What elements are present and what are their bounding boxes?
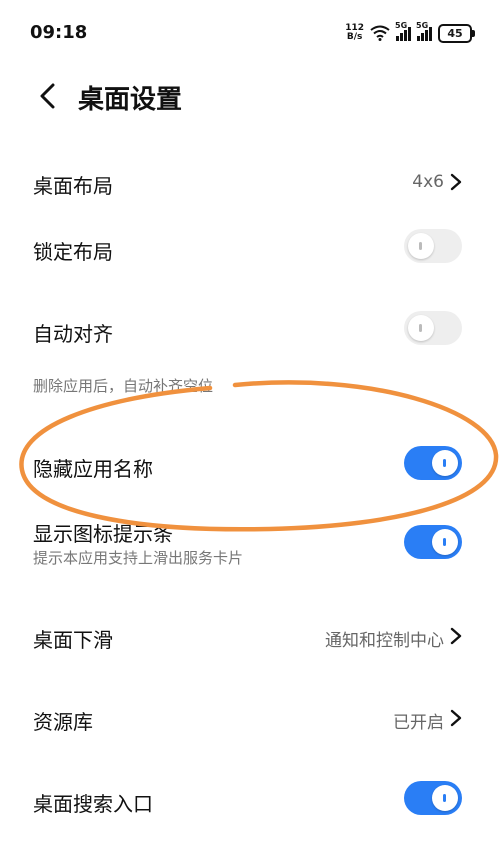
status-bar: 09:18 112 B/s 5G 5G 45 — [0, 0, 500, 66]
setting-label: 隐藏应用名称 — [33, 457, 153, 481]
battery-icon: 45 — [438, 23, 475, 43]
setting-label: 锁定布局 — [33, 240, 113, 264]
hide-app-names-toggle[interactable] — [404, 446, 462, 480]
setting-value: 已开启 — [393, 713, 444, 733]
chevron-right-icon — [450, 709, 462, 727]
setting-description: 删除应用后，自动补齐空位 — [33, 377, 214, 395]
setting-label: 资源库 — [33, 710, 93, 734]
page-header: 桌面设置 — [0, 66, 500, 126]
show-icon-hint-toggle[interactable] — [404, 525, 462, 559]
setting-hide-app-names: 隐藏应用名称 — [0, 444, 500, 488]
network-speed: 112 B/s — [345, 23, 364, 42]
lock-layout-toggle[interactable] — [404, 229, 462, 263]
setting-desktop-swipe-down[interactable]: 桌面下滑 通知和控制中心 — [0, 614, 500, 658]
signal-5g-icon: 5G — [416, 21, 432, 41]
setting-desktop-layout[interactable]: 桌面布局 4x6 — [0, 160, 500, 204]
setting-description: 提示本应用支持上滑出服务卡片 — [33, 549, 244, 567]
setting-lock-layout: 锁定布局 — [0, 226, 500, 270]
setting-label: 自动对齐 — [33, 322, 113, 346]
signal-5g-icon: 5G — [395, 21, 411, 41]
page-title: 桌面设置 — [78, 85, 183, 115]
setting-desktop-search-entry: 桌面搜索入口 — [0, 778, 500, 822]
setting-auto-align: 自动对齐 删除应用后，自动补齐空位 — [0, 308, 500, 398]
chevron-right-icon — [450, 173, 462, 191]
setting-value: 4x6 — [412, 172, 444, 192]
wifi-icon — [370, 25, 390, 41]
setting-label: 桌面布局 — [33, 174, 113, 198]
status-icons: 112 B/s 5G 5G 45 — [345, 21, 475, 44]
chevron-left-icon[interactable] — [36, 83, 60, 109]
setting-label: 桌面下滑 — [33, 628, 113, 652]
auto-align-toggle[interactable] — [404, 311, 462, 345]
setting-label: 桌面搜索入口 — [33, 792, 153, 816]
setting-app-library[interactable]: 资源库 已开启 — [0, 696, 500, 740]
chevron-right-icon — [450, 627, 462, 645]
setting-show-icon-hint: 显示图标提示条 提示本应用支持上滑出服务卡片 — [0, 515, 500, 575]
setting-value: 通知和控制中心 — [325, 631, 444, 651]
search-entry-toggle[interactable] — [404, 781, 462, 815]
status-time: 09:18 — [30, 22, 88, 43]
setting-label: 显示图标提示条 — [33, 522, 173, 546]
